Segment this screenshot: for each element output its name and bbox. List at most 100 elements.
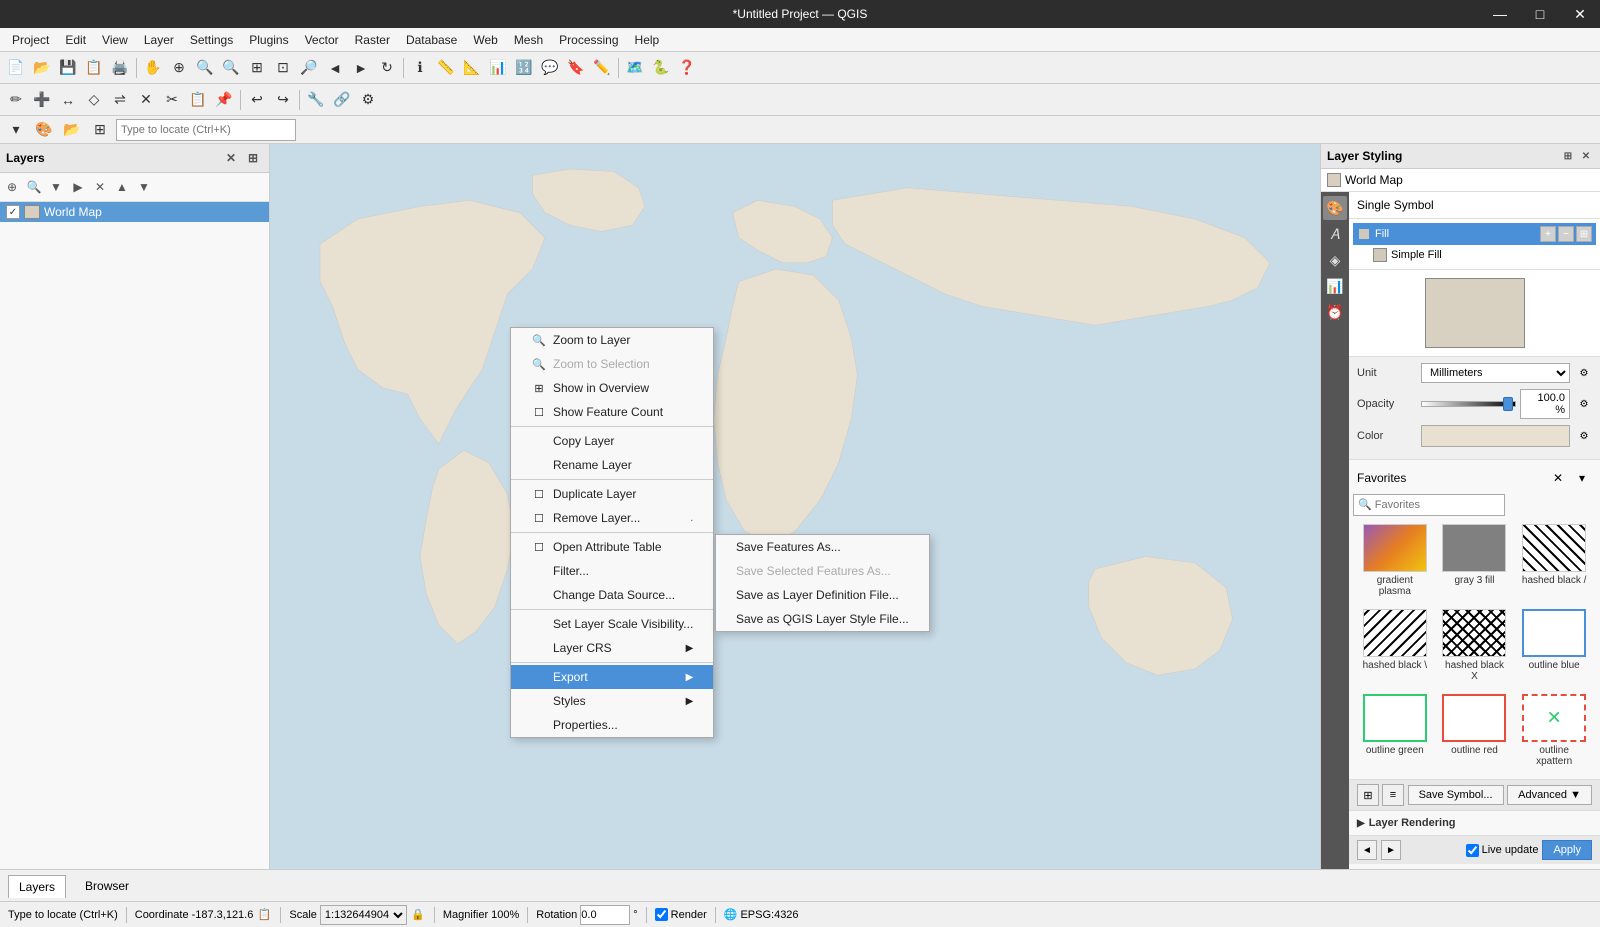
ctx-open-attribute-table[interactable]: ☐ Open Attribute Table [511,535,713,559]
statistics-btn[interactable]: 📊 [486,56,510,80]
move-down-btn[interactable]: ▼ [134,177,154,197]
menu-vector[interactable]: Vector [297,31,347,49]
forward-btn[interactable]: ► [1381,840,1401,860]
annotation-btn[interactable]: ✏️ [590,56,614,80]
fav-outline-red[interactable]: outline red [1437,690,1513,771]
color-options-btn[interactable]: ⚙ [1576,428,1592,444]
fill-add-btn[interactable]: + [1540,226,1556,242]
pan-map-btn[interactable]: ✋ [141,56,165,80]
fav-outline-blue[interactable]: outline blue [1516,605,1592,686]
layer-style-btn[interactable]: 🎨 [32,118,56,142]
simple-fill-item[interactable]: Simple Fill [1353,245,1596,265]
python-btn[interactable]: 🐍 [649,56,673,80]
redo-btn[interactable]: ↪ [271,88,295,112]
add-feature-btn[interactable]: ➕ [30,88,54,112]
list-view-btn[interactable]: ≡ [1382,784,1404,806]
rotation-input[interactable] [580,905,630,925]
open-layer-style-dock-btn[interactable]: ✕ [221,148,241,168]
label-icon[interactable]: 𝐴 [1323,222,1347,246]
layer-arrow-btn[interactable]: ⊞ [88,118,112,142]
move-up-btn[interactable]: ▲ [112,177,132,197]
fav-gray3-fill[interactable]: gray 3 fill [1437,520,1513,601]
ctx-properties[interactable]: Properties... [511,713,713,737]
move-feature-btn[interactable]: ↔ [56,88,80,112]
menu-database[interactable]: Database [398,31,465,49]
unit-options-btn[interactable]: ⚙ [1576,365,1592,381]
3d-icon[interactable]: ◈ [1323,248,1347,272]
ctx-export[interactable]: Export ▶ [511,665,713,689]
calculator-btn[interactable]: 🔢 [512,56,536,80]
paint-icon[interactable]: 🎨 [1323,196,1347,220]
measure2-btn[interactable]: 📐 [460,56,484,80]
menu-help[interactable]: Help [627,31,668,49]
zoom-next-btn[interactable]: ► [349,56,373,80]
opacity-options-btn[interactable]: ⚙ [1576,396,1592,412]
ctx-zoom-to-layer[interactable]: 🔍 Zoom to Layer [511,328,713,352]
opacity-slider[interactable] [1421,401,1516,407]
refresh-btn[interactable]: ↻ [375,56,399,80]
ctx-change-data-source[interactable]: Change Data Source... [511,583,713,607]
digitize-advanced-btn[interactable]: ⚙ [356,88,380,112]
save-layout-btn[interactable]: 🖨️ [108,56,132,80]
save-project-btn[interactable]: 💾 [56,56,80,80]
enable-trace-btn[interactable]: 🔗 [330,88,354,112]
ctx-copy-layer[interactable]: Copy Layer [511,429,713,453]
favorites-clear-btn[interactable]: ✕ [1548,468,1568,488]
fill-dup-btn[interactable]: ⊞ [1576,226,1592,242]
submenu-save-features-as[interactable]: Save Features As... [716,535,929,559]
current-layer-btn[interactable]: ▾ [4,118,28,142]
zoom-in-btn[interactable]: 🔍 [193,56,217,80]
copy-features-btn[interactable]: 📋 [186,88,210,112]
color-swatch[interactable] [1421,425,1570,447]
menu-web[interactable]: Web [465,31,505,49]
favorites-settings-btn[interactable]: ▾ [1572,468,1592,488]
ctx-show-overview[interactable]: ⊞ Show in Overview [511,376,713,400]
node-tool-btn[interactable]: ◇ [82,88,106,112]
menu-edit[interactable]: Edit [57,31,94,49]
advanced-button[interactable]: Advanced ▼ [1507,785,1592,805]
layer-item-worldmap[interactable]: ✓ World Map [0,202,269,222]
fav-hashed-back[interactable]: hashed black \ [1357,605,1433,686]
grid-view-btn[interactable]: ⊞ [1357,784,1379,806]
live-update-checkbox[interactable] [1466,844,1479,857]
map-canvas[interactable]: 🔍 Zoom to Layer 🔍 Zoom to Selection ⊞ Sh… [270,144,1320,869]
scale-select[interactable]: 1:132644904 [320,905,407,925]
unit-select[interactable]: Millimeters Pixels Points [1421,363,1570,383]
fill-del-btn[interactable]: − [1558,226,1574,242]
submenu-save-layer-definition[interactable]: Save as Layer Definition File... [716,583,929,607]
zoom-last-btn[interactable]: ◄ [323,56,347,80]
zoom-full-btn[interactable]: ⊞ [245,56,269,80]
save-symbol-button[interactable]: Save Symbol... [1408,785,1504,805]
tab-layers[interactable]: Layers [8,875,66,898]
coordinate-copy-btn[interactable]: 📋 [256,907,272,923]
styling-float-btn[interactable]: ⊞ [1560,148,1576,164]
favorites-search[interactable] [1353,494,1505,516]
menu-mesh[interactable]: Mesh [506,31,551,49]
remove-layer-btn[interactable]: ✕ [90,177,110,197]
maximize-button[interactable]: □ [1520,0,1560,28]
collapse-all-btn[interactable]: ▶ [68,177,88,197]
tab-browser[interactable]: Browser [74,874,140,897]
history-icon[interactable]: ⏰ [1323,300,1347,324]
ctx-rename-layer[interactable]: Rename Layer [511,453,713,477]
ctx-remove-layer[interactable]: ☐ Remove Layer... . [511,506,713,530]
ctx-show-feature-count[interactable]: ☐ Show Feature Count [511,400,713,424]
layer-rendering-header[interactable]: ▶ Layer Rendering [1357,817,1592,829]
snapping-btn[interactable]: 🔧 [304,88,328,112]
close-button[interactable]: ✕ [1560,0,1600,28]
layer-checkbox[interactable]: ✓ [6,205,20,219]
help-btn[interactable]: ❓ [675,56,699,80]
submenu-save-qgis-style[interactable]: Save as QGIS Layer Style File... [716,607,929,631]
opacity-slider-handle[interactable] [1503,397,1513,411]
ctx-styles[interactable]: Styles ▶ [511,689,713,713]
atlas-btn[interactable]: 🗺️ [623,56,647,80]
styling-close-btn[interactable]: ✕ [1578,148,1594,164]
reverse-line-btn[interactable]: ⇌ [108,88,132,112]
menu-project[interactable]: Project [4,31,57,49]
layers-float-btn[interactable]: ⊞ [243,148,263,168]
measure-btn[interactable]: 📏 [434,56,458,80]
menu-settings[interactable]: Settings [182,31,241,49]
zoom-select-btn[interactable]: 🔎 [297,56,321,80]
menu-raster[interactable]: Raster [347,31,398,49]
minimize-button[interactable]: — [1480,0,1520,28]
